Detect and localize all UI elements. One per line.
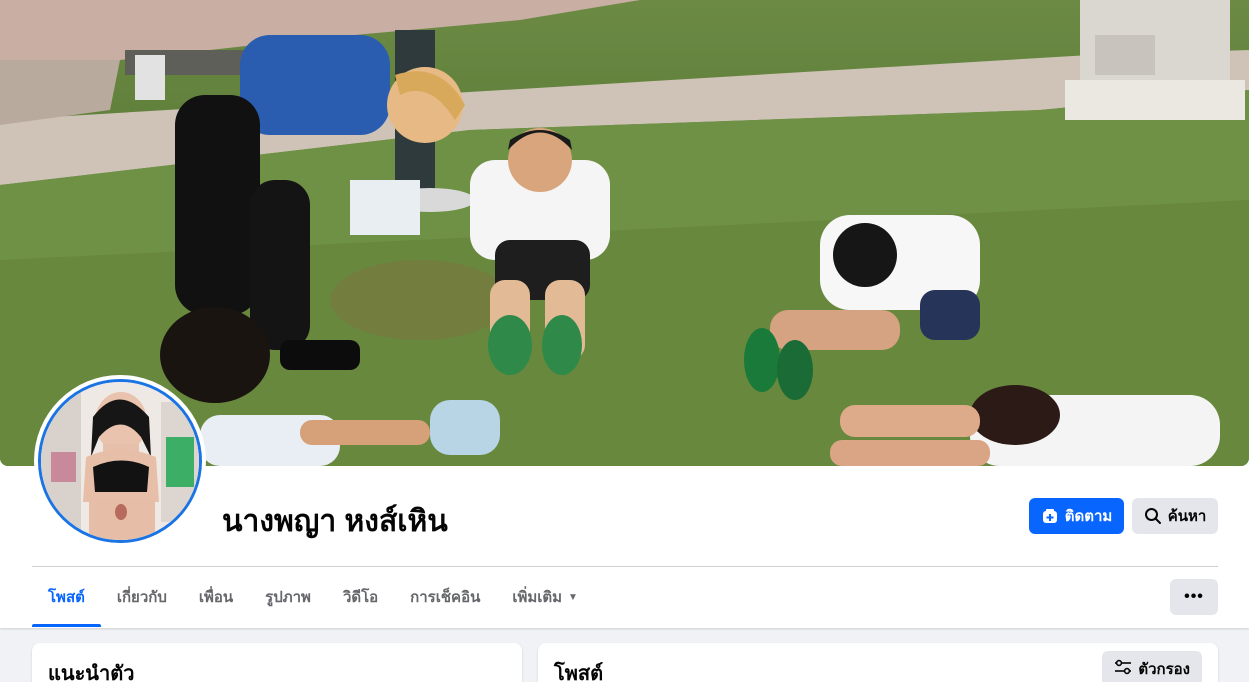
header-divider xyxy=(32,566,1218,567)
profile-tabs: โพสต์ เกี่ยวกับ เพื่อน รูปภาพ วิดีโอ การ… xyxy=(32,568,594,628)
tab-checkins[interactable]: การเช็คอิน xyxy=(394,568,496,626)
profile-header: นางพญา หงส์เหิน ติดตาม ค้นหา โพสต์ เกี่ย… xyxy=(0,0,1249,628)
avatar-photo xyxy=(38,379,202,543)
posts-card: โพสต์ ตัวกรอง xyxy=(538,643,1218,682)
tab-label: เพิ่มเติม xyxy=(512,589,563,606)
tab-label: โพสต์ xyxy=(48,589,85,606)
filter-label: ตัวกรอง xyxy=(1138,661,1190,678)
follow-plus-icon xyxy=(1041,507,1059,525)
more-options-button[interactable]: ••• xyxy=(1170,579,1218,615)
tab-label: เกี่ยวกับ xyxy=(116,589,167,606)
tab-label: เพื่อน xyxy=(198,589,234,606)
tab-label: วิดีโอ xyxy=(342,589,379,606)
tab-about[interactable]: เกี่ยวกับ xyxy=(101,568,183,626)
tab-posts[interactable]: โพสต์ xyxy=(32,568,101,627)
intro-card: แนะนำตัว xyxy=(32,643,522,682)
caret-down-icon: ▼ xyxy=(568,591,578,603)
tab-more[interactable]: เพิ่มเติม ▼ xyxy=(496,568,594,626)
tab-photos[interactable]: รูปภาพ xyxy=(249,568,327,626)
filter-sliders-icon xyxy=(1114,659,1132,679)
profile-avatar[interactable] xyxy=(34,375,206,547)
posts-title: โพสต์ xyxy=(554,663,604,682)
tab-videos[interactable]: วิดีโอ xyxy=(327,568,394,626)
profile-name: นางพญา หงส์เหิน xyxy=(222,505,448,538)
search-label: ค้นหา xyxy=(1167,508,1207,525)
search-icon xyxy=(1144,507,1162,525)
intro-title: แนะนำตัว xyxy=(48,663,135,682)
filter-button[interactable]: ตัวกรอง xyxy=(1102,651,1202,682)
follow-label: ติดตาม xyxy=(1064,508,1113,525)
search-button[interactable]: ค้นหา xyxy=(1132,498,1218,534)
tab-friends[interactable]: เพื่อน xyxy=(183,568,249,626)
tab-label: รูปภาพ xyxy=(265,589,311,606)
follow-button[interactable]: ติดตาม xyxy=(1029,498,1124,534)
tab-label: การเช็คอิน xyxy=(410,589,481,606)
